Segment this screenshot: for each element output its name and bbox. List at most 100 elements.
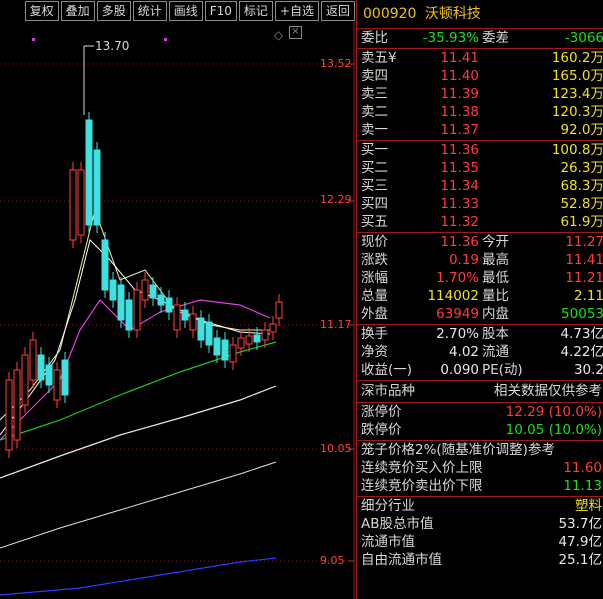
limit-down-label: 跌停价 [361, 422, 402, 438]
stat-value: 114002 [427, 288, 479, 304]
market-label: 深市品种 [361, 383, 415, 399]
ask-row[interactable]: 卖三 11.39 123.4万 [357, 85, 603, 103]
draw-line-button[interactable]: 画线 [168, 1, 203, 21]
buy-cap-row: 连续竞价买入价上限 11.60 [357, 459, 603, 477]
fund-value: 30.2 [573, 362, 603, 378]
close-icon[interactable]: × [289, 26, 302, 39]
ask-volume: 160.2万 [551, 50, 603, 66]
ask-price: 11.38 [440, 104, 479, 120]
ask-volume: 92.0万 [560, 122, 603, 138]
statistics-button[interactable]: 统计 [132, 1, 167, 21]
diamond-icon[interactable]: ◇ [274, 28, 283, 42]
fund-value: 0.090 [440, 362, 479, 378]
ask-volume: 165.0万 [551, 68, 603, 84]
ask-price: 11.40 [440, 68, 479, 84]
candle-body [181, 309, 189, 321]
bid-row[interactable]: 买五 11.32 61.9万 [357, 213, 603, 233]
candle-body [125, 299, 133, 331]
stat-label: 外盘 [361, 306, 388, 322]
bid-volume: 61.9万 [560, 214, 603, 230]
stat-row: 现价 11.36 今开 11.27 [357, 233, 603, 251]
candle-body [261, 329, 269, 341]
overlay-button[interactable]: 叠加 [60, 1, 95, 21]
bid-label: 买二 [361, 160, 388, 176]
ask-label: 卖三 [361, 86, 388, 102]
fund-label: 换手 [361, 326, 388, 342]
multi-stock-button[interactable]: 多股 [96, 1, 131, 21]
market-row[interactable]: 深市品种 相关数据仅供参考 [357, 381, 603, 403]
stat-label: 量比 [482, 288, 509, 304]
candle-body [269, 323, 277, 333]
fund-label: 股本 [482, 326, 509, 342]
axis-price-label: 12.29 [320, 193, 352, 206]
ask-row[interactable]: 卖二 11.38 120.3万 [357, 103, 603, 121]
ask-book: 卖五¥ 11.41 160.2万 卖四 11.40 165.0万 卖三 11.39 123.… [357, 49, 603, 141]
bid-row[interactable]: 买三 11.34 68.3万 [357, 177, 603, 195]
candle-body [213, 337, 221, 356]
stats-block: 现价 11.36 今开 11.27 涨跌 0.19 最高 11.41 涨幅 1.70% 最低 11… [357, 233, 603, 325]
candle-body [245, 335, 253, 345]
stat-row: 涨幅 1.70% 最低 11.21 [357, 269, 603, 287]
bid-volume: 68.3万 [560, 178, 603, 194]
kline-chart[interactable] [0, 0, 355, 599]
stat-value: 2.11 [573, 288, 603, 304]
event-marker[interactable] [32, 38, 35, 41]
bid-volume: 100.8万 [551, 142, 603, 158]
stat-value: 11.27 [565, 234, 603, 250]
ab-cap-row: AB股总市值 53.7亿 [357, 515, 603, 533]
f10-button[interactable]: F10 [204, 1, 237, 21]
kline-chart-area[interactable]: 复权 叠加 多股 统计 画线 F10 标记 +自选 返回 ◇ × 13.70 1… [0, 0, 355, 599]
ask-price: 11.37 [440, 122, 479, 138]
bid-row[interactable]: 买一 11.36 100.8万 [357, 141, 603, 159]
ask-price: 11.41 [440, 50, 479, 66]
limit-up-label: 涨停价 [361, 404, 402, 420]
float-cap-label: 流通市值 [361, 534, 415, 550]
stock-name: 沃顿科技 [424, 6, 481, 22]
bid-row[interactable]: 买二 11.35 26.3万 [357, 159, 603, 177]
ask-row[interactable]: 卖五¥ 11.41 160.2万 [357, 49, 603, 67]
candle-body [237, 337, 245, 349]
ma-line [0, 385, 277, 479]
candle-body [141, 279, 149, 301]
candle-body [173, 304, 181, 331]
industry-label: 细分行业 [361, 498, 415, 514]
ask-row[interactable]: 卖一 11.37 92.0万 [357, 121, 603, 141]
stock-title: 000920 沃顿科技 [357, 0, 603, 29]
fund-value: 4.22亿 [560, 344, 603, 360]
candle-body [53, 369, 61, 401]
fund-label: 流通 [482, 344, 509, 360]
limit-down-row: 跌停价 10.05 (10.0%) [357, 421, 603, 441]
bid-row[interactable]: 买四 11.33 52.8万 [357, 195, 603, 213]
fund-row: 收益(一) 0.090 PE(动) 30.2 [357, 361, 603, 381]
stat-label: 总量 [361, 288, 388, 304]
ask-volume: 123.4万 [551, 86, 603, 102]
ask-label: 卖四 [361, 68, 388, 84]
candle-body [101, 239, 109, 291]
cage-label: 笼子价格2%(随基准价调整)参考 [361, 442, 555, 458]
float-cap-value: 47.9亿 [558, 534, 602, 550]
weibi-row: 委比 -35.93% 委差 -3066 [357, 29, 603, 49]
add-watchlist-button[interactable]: +自选 [274, 1, 319, 21]
fund-value: 4.02 [448, 344, 479, 360]
back-button[interactable]: 返回 [320, 1, 355, 21]
fund-row: 换手 2.70% 股本 4.73亿 [357, 325, 603, 343]
candle-body [253, 334, 261, 343]
candle-body [61, 359, 69, 396]
bid-book: 买一 11.36 100.8万 买二 11.35 26.3万 买三 11.34 68.3万 … [357, 141, 603, 233]
mark-button[interactable]: 标记 [238, 1, 273, 21]
stat-row: 涨跌 0.19 最高 11.41 [357, 251, 603, 269]
ab-cap-label: AB股总市值 [361, 516, 434, 532]
candle-body [13, 369, 21, 441]
ask-row[interactable]: 卖四 11.40 165.0万 [357, 67, 603, 85]
limit-up-value: 12.29 (10.0%) [505, 404, 602, 420]
event-marker[interactable] [164, 38, 167, 41]
weicha-label: 委差 [482, 30, 509, 46]
ask-volume: 120.3万 [551, 104, 603, 120]
weibi-label: 委比 [361, 30, 388, 46]
ask-label: 卖五 [361, 50, 388, 66]
industry-row[interactable]: 细分行业 塑料 [357, 497, 603, 515]
fuquan-button[interactable]: 复权 [24, 1, 59, 21]
stock-code: 000920 [363, 6, 417, 22]
bid-price: 11.36 [440, 142, 479, 158]
fund-row: 净资 4.02 流通 4.22亿 [357, 343, 603, 361]
